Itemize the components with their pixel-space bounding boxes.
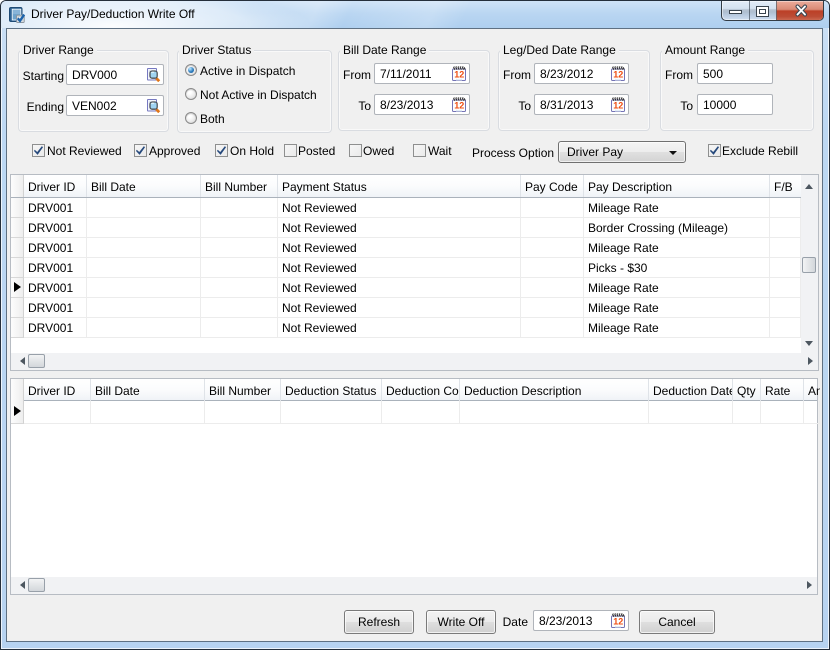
svg-text:12: 12 bbox=[454, 101, 464, 111]
svg-text:12: 12 bbox=[613, 101, 623, 111]
svg-text:12: 12 bbox=[613, 70, 623, 80]
svg-text:12: 12 bbox=[613, 617, 623, 627]
svg-text:12: 12 bbox=[454, 70, 464, 80]
